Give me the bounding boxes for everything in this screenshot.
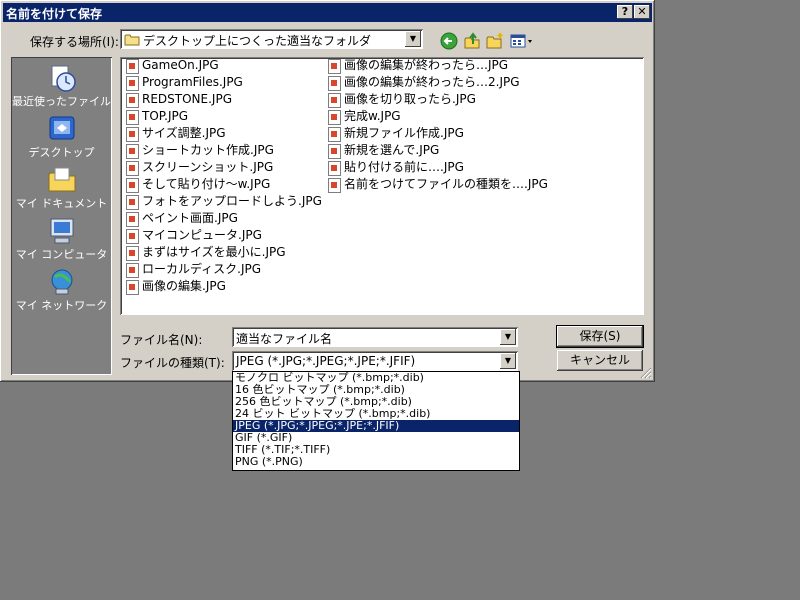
resize-grip-icon[interactable]: [640, 367, 652, 379]
jpg-file-icon: [126, 263, 139, 278]
chevron-down-icon[interactable]: ▼: [500, 329, 516, 345]
jpg-file-icon: [126, 161, 139, 176]
save-as-dialog: 名前を付けて保存 ? ✕ 保存する場所(I): デスクトップ上につくった適当なフ…: [0, 0, 655, 382]
place-my-documents[interactable]: マイ ドキュメント: [11, 163, 112, 213]
jpg-file-icon: [328, 161, 341, 176]
jpg-file-icon: [126, 195, 139, 210]
filetype-select[interactable]: JPEG (*.JPG;*.JPEG;*.JPE;*.JFIF) ▼: [232, 351, 518, 371]
location-combo[interactable]: デスクトップ上につくった適当なフォルダ ▼: [120, 29, 423, 49]
place-my-computer[interactable]: マイ コンピュータ: [11, 214, 112, 264]
list-item[interactable]: TOP.JPG: [124, 108, 322, 125]
my-documents-icon: [47, 165, 77, 195]
list-item[interactable]: フォトをアップロードしよう.JPG: [124, 193, 322, 210]
jpg-file-icon: [328, 93, 341, 108]
jpg-file-icon: [126, 178, 139, 193]
view-menu-icon[interactable]: [510, 32, 534, 50]
list-item[interactable]: GameOn.JPG: [124, 57, 322, 74]
jpg-file-icon: [126, 110, 139, 125]
place-label: マイ ドキュメント: [15, 197, 108, 210]
location-label: 保存する場所(I):: [30, 35, 119, 49]
save-button[interactable]: 保存(S): [556, 325, 644, 348]
filetype-option[interactable]: PNG (*.PNG): [233, 456, 519, 468]
list-item[interactable]: 名前をつけてファイルの種類を….JPG: [326, 176, 548, 193]
place-desktop[interactable]: デスクトップ: [11, 112, 112, 162]
list-item[interactable]: 完成w.JPG: [326, 108, 548, 125]
new-folder-icon[interactable]: [486, 32, 504, 50]
places-bar: 最近使ったファイル デスクトップ マイ ドキュメント マイ コンピュータ マイ …: [11, 57, 112, 375]
place-label: マイ コンピュータ: [15, 248, 108, 261]
place-label: マイ ネットワーク: [15, 299, 108, 312]
place-label: デスクトップ: [28, 146, 95, 159]
jpg-file-icon: [328, 178, 341, 193]
jpg-file-icon: [328, 127, 341, 142]
file-list[interactable]: GameOn.JPG ProgramFiles.JPG REDSTONE.JPG…: [120, 57, 644, 315]
list-item[interactable]: マイコンピュータ.JPG: [124, 227, 322, 244]
chevron-down-icon[interactable]: ▼: [500, 353, 516, 369]
jpg-file-icon: [126, 93, 139, 108]
help-button[interactable]: ?: [617, 5, 633, 19]
jpg-file-icon: [328, 76, 341, 91]
list-item[interactable]: 貼り付ける前に….JPG: [326, 159, 548, 176]
list-item[interactable]: スクリーンショット.JPG: [124, 159, 322, 176]
jpg-file-icon: [126, 59, 139, 74]
list-item[interactable]: REDSTONE.JPG: [124, 91, 322, 108]
jpg-file-icon: [126, 212, 139, 227]
list-item[interactable]: サイズ調整.JPG: [124, 125, 322, 142]
list-item[interactable]: ProgramFiles.JPG: [124, 74, 322, 91]
filetype-dropdown-list[interactable]: モノクロ ビットマップ (*.bmp;*.dib) 16 色ビットマップ (*.…: [232, 371, 520, 471]
list-item[interactable]: 画像の編集が終わったら…2.JPG: [326, 74, 548, 91]
back-arrow-icon[interactable]: [440, 32, 458, 50]
jpg-file-icon: [126, 246, 139, 261]
title-bar[interactable]: 名前を付けて保存 ? ✕: [3, 3, 652, 22]
jpg-file-icon: [126, 76, 139, 91]
list-item[interactable]: 画像の編集.JPG: [124, 278, 322, 295]
place-recent[interactable]: 最近使ったファイル: [11, 61, 112, 111]
location-value: デスクトップ上につくった適当なフォルダ: [143, 34, 372, 48]
my-network-icon: [47, 267, 77, 297]
list-item[interactable]: ローカルディスク.JPG: [124, 261, 322, 278]
list-item[interactable]: 画像を切り取ったら.JPG: [326, 91, 548, 108]
place-my-network[interactable]: マイ ネットワーク: [11, 265, 112, 315]
filename-label: ファイル名(N):: [120, 333, 203, 347]
filename-value: 適当なファイル名: [236, 332, 333, 346]
up-folder-icon[interactable]: [463, 32, 481, 50]
cancel-button[interactable]: キャンセル: [557, 350, 643, 371]
recent-files-icon: [47, 63, 77, 93]
list-item[interactable]: ペイント画面.JPG: [124, 210, 322, 227]
jpg-file-icon: [126, 229, 139, 244]
jpg-file-icon: [126, 127, 139, 142]
list-item[interactable]: そして貼り付け〜w.JPG: [124, 176, 322, 193]
list-item[interactable]: まずはサイズを最小に.JPG: [124, 244, 322, 261]
file-column-2: 画像の編集が終わったら…JPG 画像の編集が終わったら…2.JPG 画像を切り取…: [326, 57, 548, 193]
jpg-file-icon: [328, 110, 341, 125]
list-item[interactable]: 新規ファイル作成.JPG: [326, 125, 548, 142]
chevron-down-icon[interactable]: ▼: [405, 31, 421, 47]
jpg-file-icon: [126, 280, 139, 295]
place-label: 最近使ったファイル: [12, 95, 111, 108]
window-title: 名前を付けて保存: [6, 7, 103, 21]
jpg-file-icon: [328, 59, 341, 74]
close-button[interactable]: ✕: [634, 5, 650, 19]
folder-icon: [124, 33, 140, 49]
jpg-file-icon: [126, 144, 139, 159]
list-item[interactable]: 新規を選んで.JPG: [326, 142, 548, 159]
list-item[interactable]: 画像の編集が終わったら…JPG: [326, 57, 548, 74]
filetype-label: ファイルの種類(T):: [120, 356, 225, 370]
my-computer-icon: [47, 216, 77, 246]
filename-input[interactable]: 適当なファイル名 ▼: [232, 327, 518, 347]
file-column-1: GameOn.JPG ProgramFiles.JPG REDSTONE.JPG…: [124, 57, 322, 295]
desktop-icon: [47, 114, 77, 144]
list-item[interactable]: ショートカット作成.JPG: [124, 142, 322, 159]
jpg-file-icon: [328, 144, 341, 159]
filetype-value: JPEG (*.JPG;*.JPEG;*.JPE;*.JFIF): [236, 354, 416, 368]
